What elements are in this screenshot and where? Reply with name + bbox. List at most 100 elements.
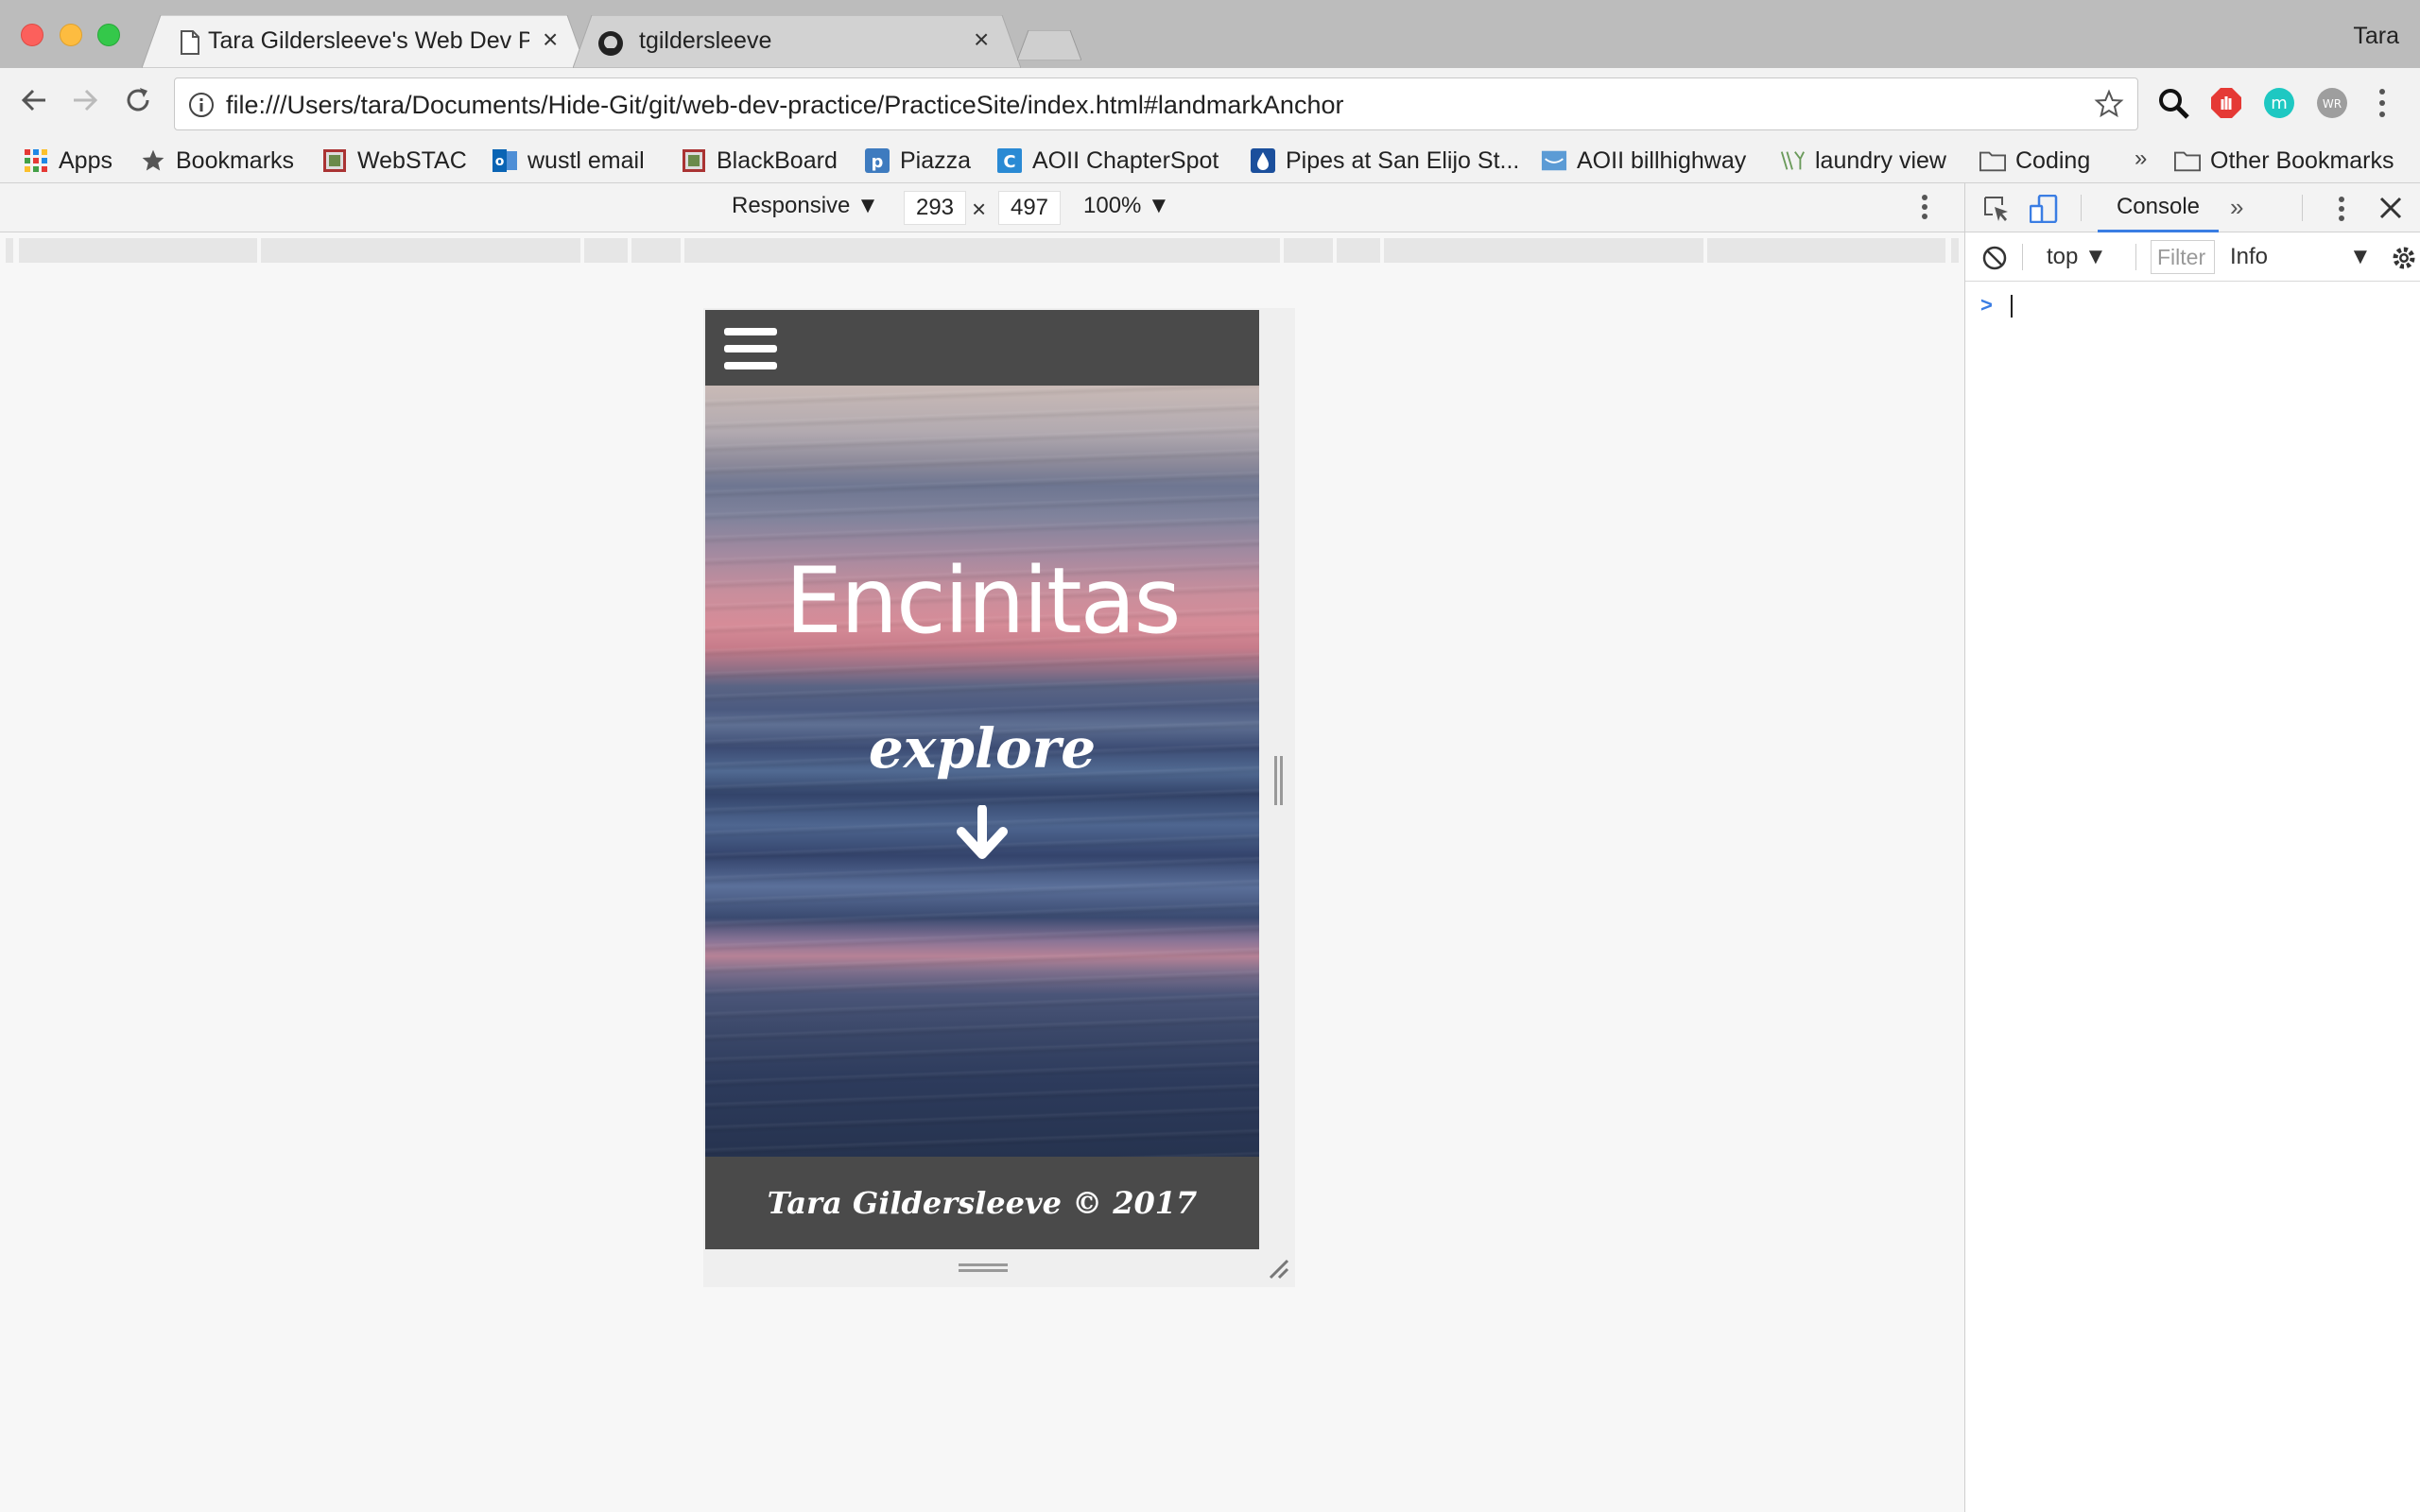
extension-m-icon[interactable]: m (2263, 87, 2295, 119)
media-query-segment[interactable] (1951, 238, 1959, 263)
resize-handle-right[interactable] (1273, 756, 1285, 805)
tab-console[interactable]: Console (2098, 183, 2219, 232)
emulated-page: Encinitas explore Tara Gildersleeve © 20… (705, 310, 1259, 1249)
device-toolbar-menu-icon[interactable] (1919, 193, 1930, 221)
devtools-menu-icon[interactable] (2336, 195, 2347, 223)
site-nav-bar (705, 310, 1259, 386)
svg-text:o: o (495, 154, 505, 169)
log-level-select[interactable]: Info ▼ (2230, 244, 2372, 270)
device-toggle-icon[interactable] (2030, 195, 2058, 223)
url-text[interactable]: file:///Users/tara/Documents/Hide-Git/gi… (226, 91, 1343, 120)
github-icon (597, 30, 624, 57)
info-icon[interactable] (188, 92, 215, 118)
chapterspot-icon: C (996, 147, 1023, 174)
menu-kebab-icon[interactable] (2377, 87, 2388, 119)
bookmark-aoii-billhighway[interactable]: AOII billhighway (1541, 144, 1746, 178)
tab-active[interactable]: Tara Gildersleeve's Web Dev P × (142, 15, 586, 68)
media-query-segment[interactable] (1337, 238, 1380, 263)
bookmark-laundry-view[interactable]: laundry view (1779, 144, 1946, 178)
devtools-panel: Console » top ▼ Filter Info ▼ > (1964, 183, 2420, 1512)
laundry-icon (1779, 147, 1806, 174)
new-tab-button[interactable] (1017, 30, 1081, 60)
folder-icon (2174, 147, 2201, 174)
site-footer: Tara Gildersleeve © 2017 (705, 1157, 1259, 1249)
devtools-tabbar: Console » (1965, 183, 2420, 232)
back-arrow-icon[interactable] (19, 85, 49, 115)
media-query-segment[interactable] (1384, 238, 1703, 263)
title-bar: Tara Gildersleeve's Web Dev P × tgilders… (0, 0, 2420, 68)
resize-handle-corner[interactable] (1267, 1257, 1289, 1280)
width-input[interactable]: 293 (904, 191, 966, 225)
search-icon[interactable] (2157, 87, 2191, 121)
close-window-button[interactable] (21, 24, 43, 46)
inspect-element-icon[interactable] (1982, 195, 2011, 223)
drop-icon (1250, 147, 1276, 174)
bookmarks-bar: Apps Bookmarks WebSTAC o wustl email Bla… (0, 140, 2420, 183)
console-settings-gear-icon[interactable] (2391, 245, 2417, 271)
media-query-segment[interactable] (684, 238, 1280, 263)
media-query-segment[interactable] (19, 238, 257, 263)
console-filter-input[interactable]: Filter (2151, 240, 2215, 274)
devtools-divider (2302, 195, 2303, 221)
bookmark-label: Bookmarks (176, 146, 295, 174)
svg-text:p: p (872, 152, 884, 172)
bookmark-wustl-email[interactable]: o wustl email (492, 144, 645, 178)
down-arrow-icon[interactable] (954, 805, 1011, 862)
bookmark-aoii-chapterspot[interactable]: C AOII ChapterSpot (996, 144, 1219, 178)
media-query-segment[interactable] (584, 238, 628, 263)
console-input[interactable] (2011, 295, 2013, 318)
explore-link[interactable]: explore (705, 716, 1259, 781)
clear-console-icon[interactable] (1982, 246, 2007, 270)
bookmark-star-icon[interactable] (2094, 89, 2124, 119)
media-query-bar[interactable] (0, 232, 1964, 268)
tab-title: Tara Gildersleeve's Web Dev P (208, 27, 529, 54)
tab-inactive[interactable]: tgildersleeve × (573, 15, 1021, 68)
profile-name[interactable]: Tara (2353, 23, 2399, 50)
apps-grid-icon (23, 147, 49, 174)
page-icon (180, 30, 200, 55)
console-filter-bar: top ▼ Filter Info ▼ (1965, 232, 2420, 282)
bookmarks-overflow-button[interactable]: » (2135, 146, 2147, 172)
star-icon (140, 147, 166, 174)
extension-wr-icon[interactable]: WR (2316, 87, 2348, 119)
browser-toolbar: file:///Users/tara/Documents/Hide-Git/gi… (0, 68, 2420, 140)
media-query-segment[interactable] (631, 238, 681, 263)
media-query-segment[interactable] (6, 238, 13, 263)
resize-handle-bottom[interactable] (959, 1263, 1008, 1274)
adblock-icon[interactable] (2210, 87, 2242, 119)
media-query-segment[interactable] (1707, 238, 1945, 263)
reload-icon[interactable] (123, 85, 153, 115)
dimension-times: × (972, 195, 987, 223)
device-select-label: Responsive (732, 193, 851, 218)
bookmark-bookmarks[interactable]: Bookmarks (140, 144, 294, 178)
bookmark-blackboard[interactable]: BlackBoard (681, 144, 838, 178)
height-input[interactable]: 497 (998, 191, 1061, 225)
zoom-window-button[interactable] (97, 24, 120, 46)
media-query-segment[interactable] (1284, 238, 1333, 263)
forward-arrow-icon[interactable] (70, 85, 100, 115)
media-query-segment[interactable] (261, 238, 580, 263)
bookmark-label: AOII billhighway (1577, 146, 1747, 174)
devtools-divider (2135, 244, 2136, 270)
bookmark-piazza[interactable]: p Piazza (864, 144, 971, 178)
device-select[interactable]: Responsive ▼ (732, 193, 879, 219)
minimize-window-button[interactable] (60, 24, 82, 46)
close-devtools-icon[interactable] (2377, 195, 2404, 221)
tab-title: tgildersleeve (639, 27, 772, 54)
tab-close-icon[interactable]: × (543, 26, 558, 53)
more-tabs-button[interactable]: » (2230, 193, 2243, 222)
context-select[interactable]: top ▼ (2047, 244, 2107, 270)
bookmark-folder-coding[interactable]: Coding (1979, 144, 2090, 178)
address-bar[interactable]: file:///Users/tara/Documents/Hide-Git/gi… (174, 77, 2138, 130)
hamburger-menu-icon[interactable] (724, 326, 777, 371)
bookmark-webstac[interactable]: WebSTAC (321, 144, 467, 178)
bookmark-apps[interactable]: Apps (23, 144, 112, 178)
bookmark-pipes[interactable]: Pipes at San Elijo St... (1250, 144, 1519, 178)
bookmark-label: Piazza (900, 146, 972, 174)
bookmark-label: BlackBoard (717, 146, 838, 174)
bookmark-other-bookmarks[interactable]: Other Bookmarks (2174, 144, 2394, 178)
tab-close-icon[interactable]: × (974, 26, 989, 53)
folder-icon (1979, 147, 2006, 174)
devtools-divider (2081, 195, 2082, 221)
zoom-select[interactable]: 100% ▼ (1083, 193, 1170, 219)
